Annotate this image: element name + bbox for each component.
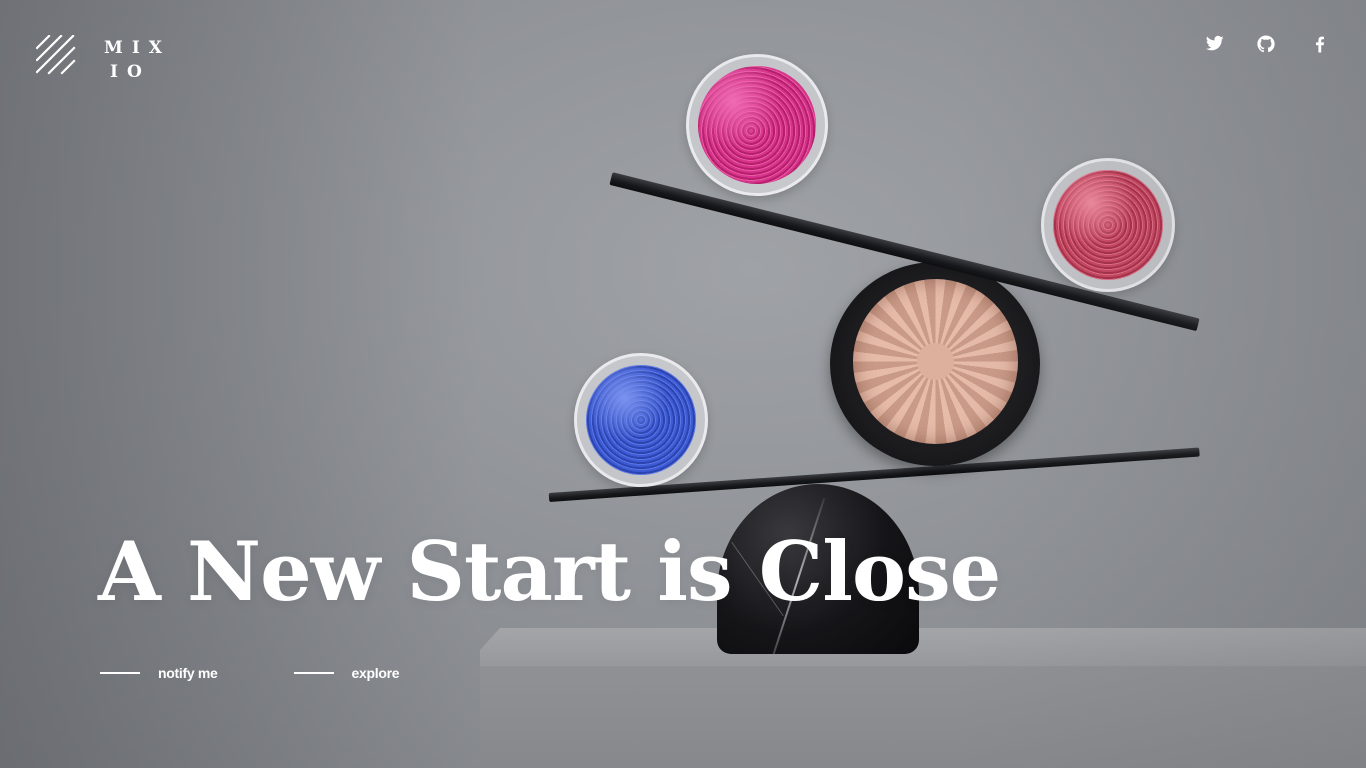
explore-link[interactable]: explore [293, 662, 400, 684]
brand-logo[interactable]: MIX IO [35, 34, 171, 84]
notify-me-label: notify me [158, 665, 218, 681]
github-icon [1257, 35, 1275, 53]
hero-headline: A New Start is Close [98, 525, 1001, 620]
explore-label: explore [351, 665, 400, 681]
github-link[interactable] [1254, 34, 1278, 54]
facebook-icon [1316, 36, 1324, 53]
notify-me-link[interactable]: notify me [100, 662, 218, 684]
brand-wordmark-line1: MIX [104, 38, 171, 58]
facebook-link[interactable] [1308, 34, 1332, 54]
brand-wordmark-line2: IO [110, 62, 151, 82]
twitter-link[interactable] [1200, 34, 1224, 54]
social-links [1200, 34, 1332, 54]
twitter-icon [1206, 35, 1224, 51]
background-vignette [0, 0, 1366, 768]
diagonal-stripes-logo-icon [35, 34, 76, 75]
hero-actions: notify me explore [100, 662, 400, 684]
notify-me-dash [100, 672, 140, 674]
explore-dash [293, 672, 334, 674]
brand-wordmark: MIX IO [104, 36, 171, 84]
